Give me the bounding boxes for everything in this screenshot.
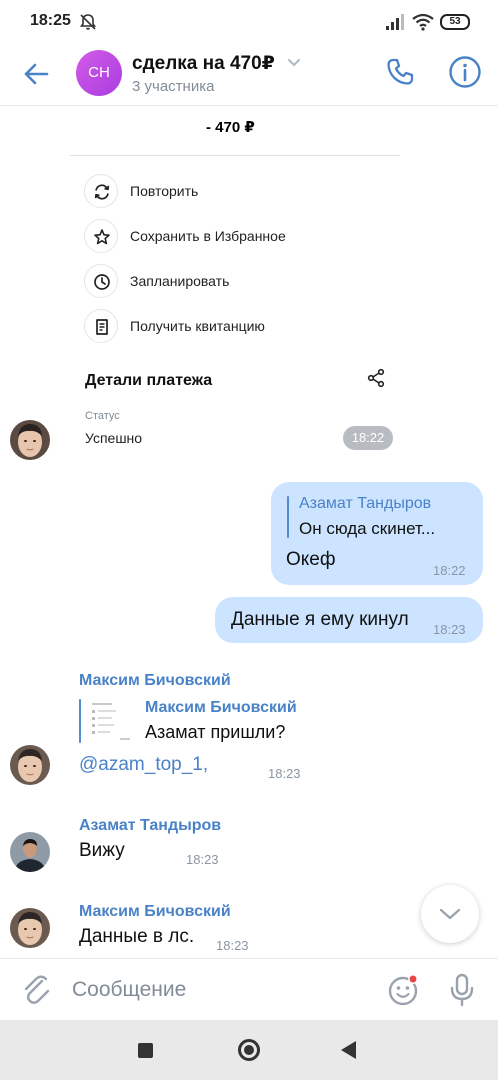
chat-avatar[interactable]: СН [76,50,122,96]
reply-author: Азамат Тандыров [299,495,432,512]
message-time: 18:22 [433,563,466,578]
chat-participants: 3 участника [132,78,215,95]
avatar[interactable] [10,908,50,948]
reply-text: Он сюда скинет... [299,519,436,538]
get-receipt-button[interactable]: Получить квитанцию [84,309,344,345]
action-label: Получить квитанцию [130,318,265,334]
payment-status-label: Статус [85,410,120,422]
chat-header: СН сделка на 470₽ 3 участника [0,44,498,106]
mention-link[interactable]: @azam_top_1, [79,754,208,776]
info-icon[interactable] [448,55,482,89]
avatar[interactable] [10,420,50,460]
message-time: 18:22 [343,426,393,450]
sender-name[interactable]: Максим Бичовский [79,672,231,690]
chevron-down-icon [439,908,461,920]
message-time: 18:23 [186,852,219,867]
payment-details-title: Детали платежа [85,372,213,389]
share-icon[interactable] [366,368,386,388]
phone-call-icon[interactable] [384,56,416,88]
message-text: Вижу [79,840,125,861]
wifi-icon [412,13,434,31]
clock-icon [84,264,118,298]
avatar[interactable] [10,745,50,785]
notifications-off-icon [79,14,97,30]
message-text: Океф [286,549,336,570]
divider [70,155,400,156]
message-time: 18:23 [216,938,249,953]
avatar[interactable] [10,832,50,872]
system-back-icon[interactable] [341,1041,356,1059]
back-arrow-icon[interactable] [20,58,52,90]
status-bar: 18:25 53 [0,0,498,44]
reply-image-thumbnail[interactable] [88,698,134,744]
message-text: Данные я ему кинул [231,609,409,630]
schedule-payment-button[interactable]: Запланировать [84,264,344,300]
message-composer [0,958,498,1020]
message-input[interactable] [72,975,362,1005]
home-icon[interactable] [238,1039,260,1061]
emoji-icon[interactable] [388,974,420,1006]
reply-bar [287,496,289,538]
sender-name[interactable]: Азамат Тандыров [79,817,221,835]
outgoing-message-bubble[interactable]: Азамат Тандыров Он сюда скинет... Океф 1… [271,482,483,585]
signal-icon [386,14,404,30]
payment-status-value: Успешно [85,430,143,446]
receipt-icon [84,309,118,343]
system-navigation-bar [0,1020,498,1080]
action-label: Повторить [130,183,199,199]
repeat-icon [84,174,118,208]
outgoing-message-bubble[interactable]: Данные я ему кинул 18:23 [215,597,483,643]
microphone-icon[interactable] [449,973,475,1007]
reply-author: Максим Бичовский [145,699,297,716]
paperclip-icon[interactable] [20,973,52,1007]
scroll-to-bottom-button[interactable] [421,885,479,943]
star-icon [84,219,118,253]
recent-apps-icon[interactable] [138,1043,153,1058]
payment-amount: - 470 ₽ [206,119,255,136]
message-text: Данные в лс. [79,926,195,947]
reply-bar [79,699,81,743]
status-time: 18:25 [30,12,71,29]
save-favorites-button[interactable]: Сохранить в Избранное [84,219,344,255]
action-label: Сохранить в Избранное [130,228,286,244]
sender-name[interactable]: Максим Бичовский [79,903,231,921]
chat-title[interactable]: сделка на 470₽ [132,52,275,75]
action-label: Запланировать [130,273,230,289]
message-time: 18:23 [268,766,301,781]
message-time: 18:23 [433,622,466,637]
reply-text: Азамат пришли? [145,722,286,742]
chevron-down-icon[interactable] [287,58,301,68]
battery-icon: 53 [440,14,470,30]
repeat-payment-button[interactable]: Повторить [84,174,344,210]
